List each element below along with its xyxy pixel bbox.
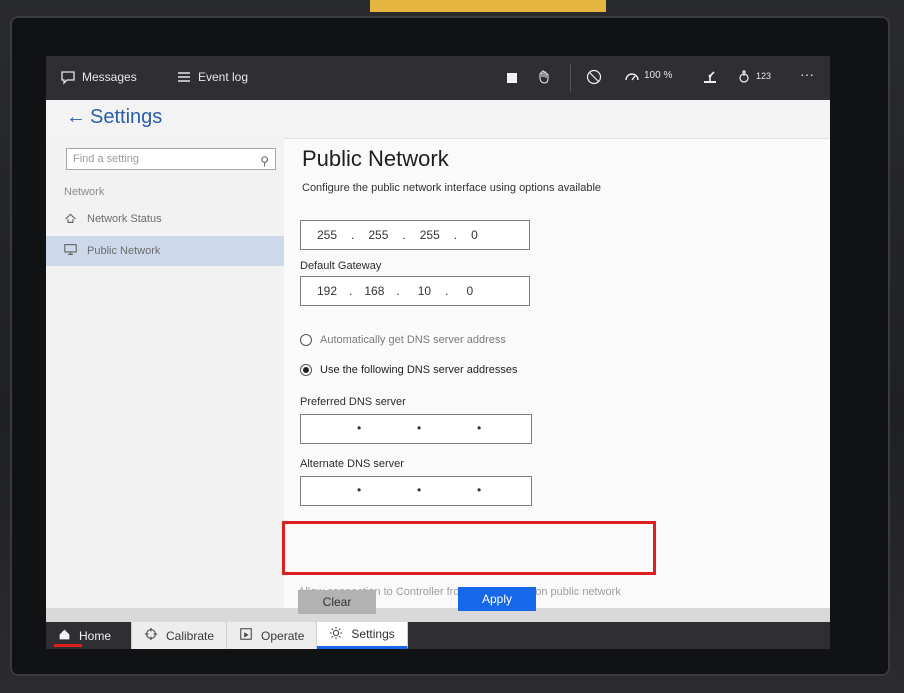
octet-dot: • — [477, 421, 482, 435]
tab-home[interactable]: Home — [46, 622, 132, 649]
alternate-dns-field[interactable]: • • • — [300, 476, 532, 506]
content-title: Public Network — [302, 146, 449, 171]
back-arrow-icon[interactable]: ← — [66, 106, 86, 129]
operate-icon — [239, 627, 253, 644]
clear-button[interactable]: Clear — [298, 590, 376, 614]
sidebar-item-label: Network Status — [87, 213, 162, 225]
search-placeholder: Find a setting — [73, 153, 140, 165]
content-description: Configure the public network interface u… — [302, 182, 602, 194]
octet-dot: . — [351, 228, 355, 242]
octet-dot: • — [477, 483, 482, 497]
octet: 0 — [466, 284, 474, 298]
octet-dot: • — [357, 483, 362, 497]
stop-icon[interactable] — [504, 70, 520, 86]
preferred-dns-field[interactable]: • • • — [300, 414, 532, 444]
speed-gauge-icon[interactable] — [624, 69, 640, 85]
alternate-dns-label: Alternate DNS server — [300, 458, 404, 470]
background-paper — [370, 0, 606, 12]
subnet-mask-field[interactable]: 255 . 255 . 255 . 0 — [300, 220, 530, 250]
dns-auto-radio[interactable]: Automatically get DNS server address — [300, 334, 506, 346]
tab-calibrate[interactable]: Calibrate — [132, 622, 228, 649]
motors-off-icon[interactable] — [586, 69, 602, 85]
dns-manual-radio[interactable]: Use the following DNS server addresses — [300, 364, 517, 376]
octet-dot: • — [417, 421, 422, 435]
top-bar: Messages Event log 100 % 123 ··· — [46, 56, 830, 100]
tool-count: 123 — [756, 71, 772, 81]
speed-value: 100 % — [644, 70, 673, 81]
gear-icon — [329, 626, 343, 643]
tab-label: Settings — [351, 627, 395, 641]
tab-label: Calibrate — [166, 628, 215, 643]
gateway-field[interactable]: 192 . 168 . 10 . 0 — [300, 276, 530, 306]
taskbar: Home Calibrate Operate Settings — [46, 622, 830, 649]
octet: 0 — [471, 228, 478, 242]
octet: 255 — [317, 228, 338, 242]
home-indicator — [54, 644, 82, 647]
octet: 255 — [419, 228, 440, 242]
tab-settings[interactable]: Settings — [317, 622, 408, 649]
settings-header: ← Settings — [46, 100, 830, 139]
apply-button[interactable]: Apply — [458, 587, 536, 611]
preferred-dns-label: Preferred DNS server — [300, 396, 406, 408]
search-icon: ⚲ — [260, 154, 269, 168]
home-icon — [58, 628, 71, 644]
dns-manual-label: Use the following DNS server addresses — [320, 364, 518, 376]
octet-dot: • — [357, 421, 362, 435]
more-menu[interactable]: ··· — [800, 66, 814, 82]
monitor-icon — [64, 243, 77, 259]
sidebar-item-public-network[interactable]: Public Network — [46, 236, 284, 266]
radio-checked-icon — [300, 364, 312, 376]
messages-icon — [60, 69, 76, 85]
dns-auto-label: Automatically get DNS server address — [320, 334, 506, 346]
search-input[interactable]: Find a setting ⚲ — [66, 148, 276, 170]
hand-icon[interactable] — [536, 69, 552, 85]
octet: 10 — [417, 284, 432, 298]
event-log-button[interactable]: Event log — [176, 69, 248, 85]
network-status-icon — [64, 211, 77, 227]
radio-unchecked-icon — [300, 334, 312, 346]
octet-dot: • — [417, 483, 422, 497]
tab-label: Operate — [261, 628, 305, 643]
list-icon — [176, 69, 192, 85]
octet: 255 — [368, 228, 389, 242]
page-title: Settings — [90, 106, 163, 128]
messages-label: Messages — [82, 70, 137, 84]
tab-operate[interactable]: Operate — [227, 622, 318, 649]
octet: 192 — [317, 284, 338, 298]
section-label-network: Network — [64, 186, 105, 198]
octet-dot: . — [349, 284, 353, 298]
event-log-label: Event log — [198, 70, 249, 84]
tab-label: Home — [79, 628, 112, 643]
settings-sidebar: Find a setting ⚲ Network Network Status … — [46, 138, 284, 608]
messages-button[interactable]: Messages — [60, 69, 137, 85]
octet-dot: . — [396, 284, 400, 298]
sidebar-item-label: Public Network — [87, 245, 161, 257]
highlight-annotation-box — [282, 521, 656, 575]
octet-dot: . — [402, 228, 406, 242]
divider — [570, 64, 571, 92]
sidebar-item-network-status[interactable]: Network Status — [46, 204, 284, 234]
robot-arm-icon[interactable] — [702, 69, 718, 85]
octet-dot: . — [445, 284, 449, 298]
octet: 168 — [364, 284, 385, 298]
crosshair-icon — [144, 627, 158, 644]
octet-dot: . — [453, 228, 458, 242]
tool-icon[interactable] — [736, 68, 752, 84]
gateway-label: Default Gateway — [300, 260, 382, 272]
